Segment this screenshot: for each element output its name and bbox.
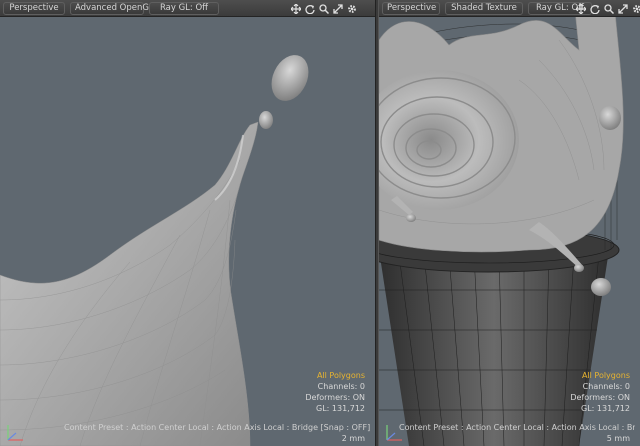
view-mode-button[interactable]: Perspective xyxy=(3,1,65,15)
view-mode-button[interactable]: Perspective xyxy=(382,1,440,15)
render-mode-button[interactable]: Shaded Texture xyxy=(445,1,523,15)
zoom-icon[interactable] xyxy=(319,3,329,14)
move-icon[interactable] xyxy=(576,3,586,14)
gl-count-label: GL: 131,712 xyxy=(316,404,365,413)
zoom-icon[interactable] xyxy=(604,3,614,14)
move-icon[interactable] xyxy=(291,3,301,14)
render-mode-button[interactable]: Advanced OpenGL xyxy=(70,1,154,15)
selection-mode-label: All Polygons xyxy=(316,371,365,380)
channels-label: Channels: 0 xyxy=(317,382,365,391)
scale-label: 5 mm xyxy=(606,434,630,443)
rotate-icon[interactable] xyxy=(305,4,315,14)
left-viewport-stats: All Polygons Channels: 0 Deformers: ON G… xyxy=(305,370,365,414)
selection-mode-label: All Polygons xyxy=(581,371,630,380)
ray-gl-button[interactable]: Ray GL: Off xyxy=(149,1,219,15)
maximize-icon[interactable] xyxy=(333,3,343,14)
gear-icon[interactable] xyxy=(347,4,357,14)
left-viewport-icons xyxy=(287,1,357,16)
content-preset-label: Content Preset : Action Center Local : A… xyxy=(399,423,635,432)
axis-gizmo-icon xyxy=(7,425,23,441)
gear-icon[interactable] xyxy=(632,4,640,14)
deformers-label: Deformers: ON xyxy=(570,393,630,402)
maximize-icon[interactable] xyxy=(618,3,628,14)
rotate-icon[interactable] xyxy=(590,4,600,14)
gl-count-label: GL: 131,712 xyxy=(581,404,630,413)
right-viewport[interactable]: Perspective Shaded Texture Ray GL: Off A… xyxy=(379,0,640,446)
right-viewport-stats: All Polygons Channels: 0 Deformers: ON G… xyxy=(570,370,630,414)
left-viewport[interactable]: Perspective Advanced OpenGL Ray GL: Off … xyxy=(0,0,375,446)
scale-label: 2 mm xyxy=(341,434,365,443)
deformers-label: Deformers: ON xyxy=(305,393,365,402)
axis-gizmo-icon xyxy=(386,425,402,441)
right-viewport-icons xyxy=(572,1,640,16)
content-preset-label: Content Preset : Action Center Local : A… xyxy=(64,423,371,432)
channels-label: Channels: 0 xyxy=(582,382,630,391)
